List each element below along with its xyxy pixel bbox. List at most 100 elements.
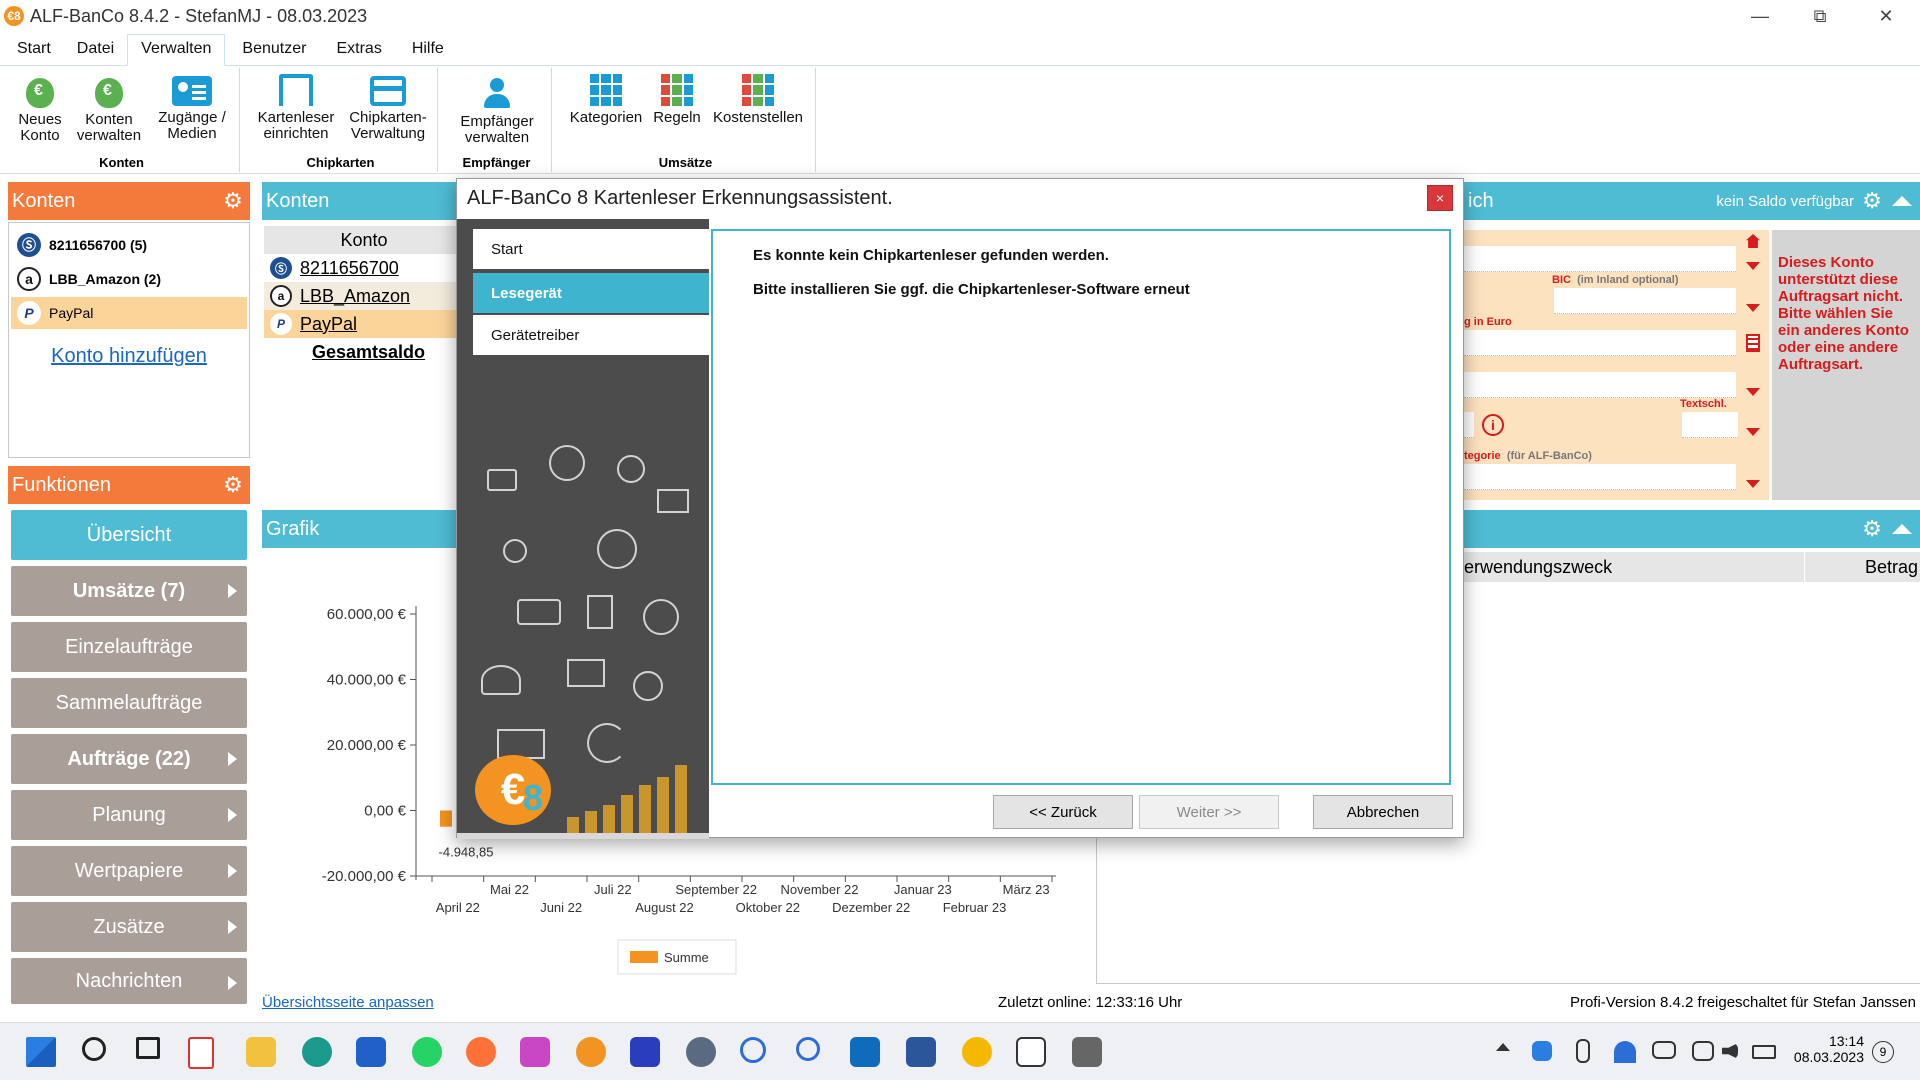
dialog-close-button[interactable]: ×: [1427, 185, 1453, 211]
column-purpose[interactable]: erwendungszweck: [1464, 557, 1612, 578]
category-field[interactable]: [1464, 464, 1736, 490]
dropdown-arrow-icon[interactable]: [1746, 304, 1760, 312]
cost-centers-button[interactable]: Kostenstellen: [708, 70, 808, 126]
volume-icon[interactable]: [1722, 1043, 1738, 1059]
snipping-tool-icon[interactable]: [520, 1037, 550, 1067]
function-planning-button[interactable]: Planung: [11, 790, 247, 840]
settings-icon[interactable]: [686, 1037, 716, 1067]
collapse-up-icon[interactable]: [1892, 196, 1912, 206]
sequence-field[interactable]: [1464, 412, 1474, 438]
functions-panel-header: Funktionen ⚙: [8, 466, 250, 504]
sparkasse-icon: Ⓢ: [17, 233, 41, 257]
categories-button[interactable]: Kategorien: [566, 70, 646, 126]
tab-start[interactable]: Start: [4, 33, 64, 65]
notes-app-icon[interactable]: [188, 1037, 214, 1069]
new-account-button[interactable]: Neues Konto: [8, 70, 72, 144]
search-icon[interactable]: [82, 1037, 106, 1061]
function-extras-button[interactable]: Zusätze: [11, 902, 247, 952]
manage-accounts-button[interactable]: Konten verwalten: [70, 70, 148, 144]
store-icon[interactable]: [356, 1037, 386, 1067]
access-media-button[interactable]: Zugänge / Medien: [148, 70, 236, 142]
customize-overview-link[interactable]: Übersichtsseite anpassen: [262, 994, 434, 1011]
calculator-icon[interactable]: [1072, 1037, 1102, 1067]
table-row[interactable]: a LBB_Amazon: [264, 282, 464, 310]
column-amount[interactable]: Betrag: [1865, 557, 1918, 578]
tab-benutzer[interactable]: Benutzer: [229, 33, 319, 65]
minimize-button[interactable]: —: [1730, 0, 1790, 32]
usb-icon[interactable]: [1576, 1039, 1590, 1063]
tab-extras[interactable]: Extras: [323, 33, 394, 65]
next-button[interactable]: Weiter >>: [1139, 795, 1279, 829]
textkey-field[interactable]: [1682, 412, 1738, 438]
arrow-right-icon: [228, 752, 237, 766]
gear-icon[interactable]: ⚙: [222, 190, 244, 212]
magnifier-icon[interactable]: [796, 1037, 820, 1061]
rules-button[interactable]: Regeln: [650, 70, 704, 126]
gear-icon[interactable]: ⚙: [222, 474, 244, 496]
firefox-icon[interactable]: [466, 1037, 496, 1067]
table-row-total: Gesamtsaldo: [312, 341, 426, 362]
notification-badge[interactable]: 9: [1872, 1041, 1894, 1063]
task-view-icon[interactable]: [136, 1037, 160, 1059]
function-batch-orders-button[interactable]: Sammelaufträge: [11, 678, 247, 728]
collapse-up-icon[interactable]: [1892, 524, 1912, 534]
manage-recipients-button[interactable]: Empfänger verwalten: [450, 70, 544, 146]
function-transactions-button[interactable]: Umsätze (7): [11, 566, 247, 616]
tray-app-icon[interactable]: [1532, 1041, 1552, 1061]
function-overview-button[interactable]: Übersicht: [11, 510, 247, 560]
function-securities-button[interactable]: Wertpapiere: [11, 846, 247, 896]
tab-verwalten[interactable]: Verwalten: [127, 34, 226, 66]
edge-canary-icon[interactable]: [962, 1037, 992, 1067]
dropdown-arrow-icon[interactable]: [1746, 428, 1760, 436]
whatsapp-icon[interactable]: [412, 1037, 442, 1067]
chevron-up-icon[interactable]: [1496, 1043, 1510, 1051]
clock[interactable]: 13:14 08.03.2023: [1792, 1033, 1864, 1065]
wizard-nav-start[interactable]: Start: [473, 229, 709, 269]
rules-grid-icon: [661, 74, 693, 106]
amount-field[interactable]: [1464, 330, 1736, 356]
edge-icon[interactable]: [302, 1037, 332, 1067]
purpose-field[interactable]: [1464, 372, 1736, 398]
add-account-link[interactable]: Konto hinzufügen: [51, 345, 207, 367]
vpn-icon[interactable]: [1614, 1041, 1636, 1063]
back-button[interactable]: << Zurück: [993, 795, 1133, 829]
account-item-paypal[interactable]: P PayPal: [11, 297, 247, 329]
tab-hilfe[interactable]: Hilfe: [399, 33, 457, 65]
windows-start-icon[interactable]: [26, 1037, 56, 1067]
info-icon[interactable]: i: [1482, 414, 1504, 436]
close-window-button[interactable]: ✕: [1856, 0, 1916, 32]
wizard-nav-device-driver[interactable]: Gerätetreiber: [473, 315, 709, 355]
battery-icon[interactable]: [1752, 1045, 1776, 1059]
cancel-button[interactable]: Abbrechen: [1313, 795, 1453, 829]
dropdown-arrow-icon[interactable]: [1746, 480, 1760, 488]
tab-datei[interactable]: Datei: [64, 33, 127, 65]
word-icon[interactable]: [906, 1037, 936, 1067]
function-single-orders-button[interactable]: Einzelaufträge: [11, 622, 247, 672]
home-icon[interactable]: [1746, 234, 1760, 248]
account-item-lbb-amazon[interactable]: a LBB_Amazon (2): [11, 263, 247, 295]
solitaire-icon[interactable]: [1016, 1037, 1046, 1067]
bic-field[interactable]: [1554, 288, 1736, 314]
function-orders-button[interactable]: Aufträge (22): [11, 734, 247, 784]
outlook-icon[interactable]: [850, 1037, 880, 1067]
restore-button[interactable]: ⧉: [1790, 0, 1850, 32]
keyboard-icon[interactable]: [1652, 1041, 1676, 1059]
iban-field[interactable]: [1464, 246, 1736, 272]
gear-icon[interactable]: ⚙: [1862, 518, 1882, 540]
alf-banco-taskbar-icon[interactable]: [576, 1037, 606, 1067]
dropdown-arrow-icon[interactable]: [1746, 388, 1760, 396]
account-item-8211656700[interactable]: Ⓢ 8211656700 (5): [11, 229, 247, 261]
gear-icon[interactable]: ⚙: [1862, 190, 1882, 212]
dropdown-arrow-icon[interactable]: [1746, 262, 1760, 270]
table-row[interactable]: Ⓢ 8211656700: [264, 254, 464, 282]
chat-icon[interactable]: [740, 1037, 766, 1063]
menu-bar: Start Datei Verwalten Benutzer Extras Hi…: [0, 34, 1920, 66]
math-app-icon[interactable]: [630, 1037, 660, 1067]
calculator-icon[interactable]: [1746, 334, 1760, 352]
file-explorer-icon[interactable]: [246, 1037, 276, 1067]
network-icon[interactable]: [1692, 1041, 1714, 1061]
chipcard-management-button[interactable]: Chipkarten- Verwaltung: [342, 70, 434, 142]
wizard-nav-card-reader[interactable]: Lesegerät: [473, 273, 709, 313]
table-row[interactable]: P PayPal: [264, 310, 464, 338]
setup-card-reader-button[interactable]: Kartenleser einrichten: [252, 70, 340, 142]
